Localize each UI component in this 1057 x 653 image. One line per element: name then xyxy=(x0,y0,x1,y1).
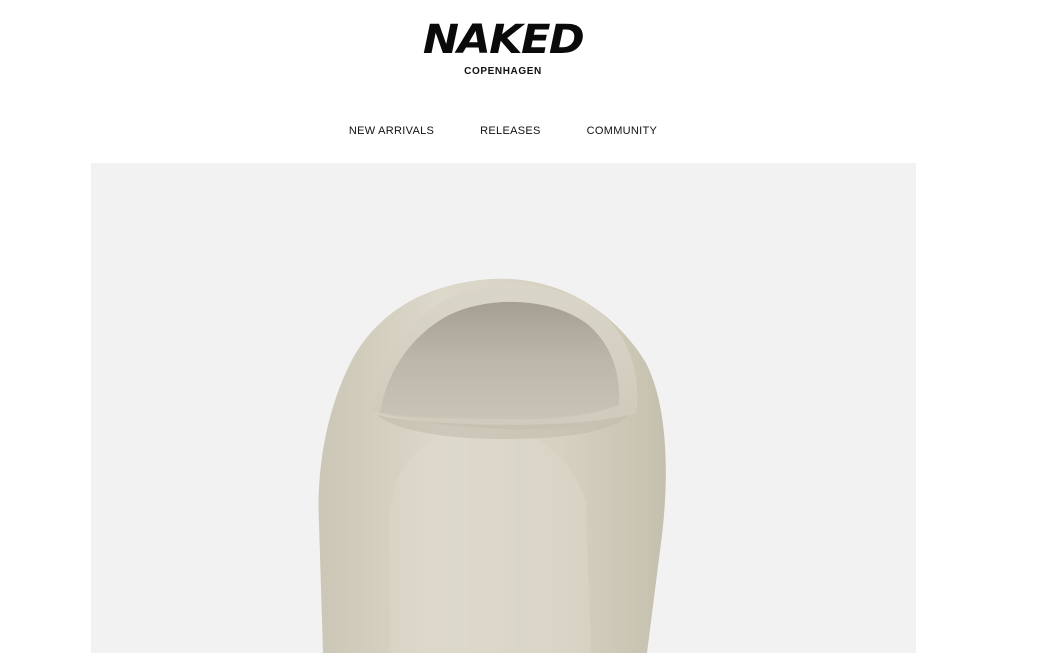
product-image xyxy=(318,278,666,653)
nav-item-community[interactable]: COMMUNITY xyxy=(587,125,658,137)
nav-item-new-arrivals[interactable]: NEW ARRIVALS xyxy=(349,125,434,137)
nav-item-releases[interactable]: RELEASES xyxy=(480,125,540,137)
brand-logo[interactable]: NAKED COPENHAGEN xyxy=(0,18,1006,77)
main-nav: NEW ARRIVALS RELEASES COMMUNITY xyxy=(0,125,1006,137)
hero-banner[interactable] xyxy=(91,163,916,653)
brand-name: NAKED xyxy=(422,17,585,63)
brand-tagline: COPENHAGEN xyxy=(464,66,542,77)
